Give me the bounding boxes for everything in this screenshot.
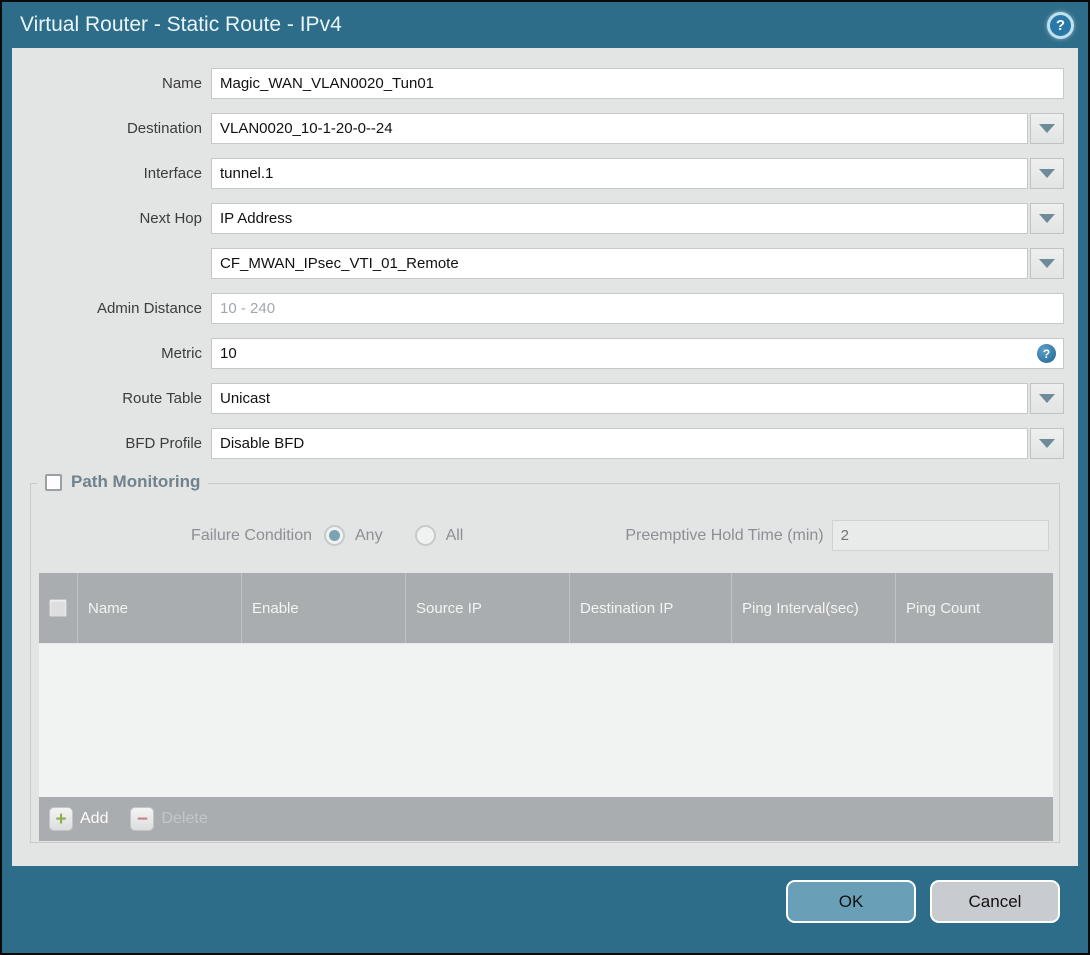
delete-icon: −: [130, 807, 155, 831]
delete-button[interactable]: − Delete: [130, 807, 208, 831]
metric-help-icon[interactable]: ?: [1037, 344, 1056, 363]
static-route-dialog: Virtual Router - Static Route - IPv4 ? N…: [0, 0, 1090, 955]
bfd-profile-input[interactable]: [211, 428, 1028, 459]
help-icon[interactable]: ?: [1047, 11, 1074, 39]
ok-button[interactable]: OK: [786, 880, 916, 923]
name-input[interactable]: [211, 68, 1064, 99]
dialog-body: Name Destination Interface: [12, 48, 1078, 866]
bfd-profile-label: BFD Profile: [125, 435, 202, 452]
chevron-down-icon: [1039, 259, 1055, 268]
route-table-label: Route Table: [122, 390, 202, 407]
bfd-profile-dropdown-button[interactable]: [1030, 428, 1064, 459]
select-all-checkbox[interactable]: [49, 599, 67, 617]
next-hop-address-input[interactable]: [211, 248, 1028, 279]
radio-selected-icon: [324, 525, 345, 546]
chevron-down-icon: [1039, 394, 1055, 403]
delete-button-label: Delete: [161, 810, 208, 827]
chevron-down-icon: [1039, 124, 1055, 133]
cancel-button[interactable]: Cancel: [930, 880, 1060, 923]
name-label: Name: [161, 75, 202, 92]
column-header-source-ip[interactable]: Source IP: [405, 573, 569, 643]
destination-dropdown-button[interactable]: [1030, 113, 1064, 144]
dialog-footer: OK Cancel: [2, 866, 1088, 953]
column-header-enable[interactable]: Enable: [241, 573, 405, 643]
failure-condition-row: Failure Condition Any All Preemptive Hol…: [31, 520, 1049, 551]
help-glyph: ?: [1042, 346, 1051, 361]
admin-distance-input[interactable]: [211, 293, 1064, 324]
bfd-profile-row: BFD Profile: [12, 428, 1064, 459]
chevron-down-icon: [1039, 169, 1055, 178]
help-glyph: ?: [1055, 16, 1066, 34]
metric-row: Metric ?: [12, 338, 1064, 369]
add-icon: +: [49, 807, 73, 831]
radio-unselected-icon: [414, 525, 436, 546]
next-hop-label: Next Hop: [139, 210, 202, 227]
failure-condition-all-radio[interactable]: All: [414, 525, 464, 546]
chevron-down-icon: [1039, 439, 1055, 448]
column-header-name[interactable]: Name: [77, 573, 241, 643]
dialog-titlebar: Virtual Router - Static Route - IPv4 ?: [2, 2, 1088, 48]
failure-condition-label: Failure Condition: [191, 526, 312, 544]
table-toolbar: + Add − Delete: [39, 797, 1053, 841]
next-hop-type-input[interactable]: [211, 203, 1028, 234]
next-hop-address-dropdown-button[interactable]: [1030, 248, 1064, 279]
preemptive-hold-time-label: Preemptive Hold Time (min): [625, 526, 824, 544]
destination-input[interactable]: [211, 113, 1028, 144]
admin-distance-label: Admin Distance: [96, 300, 202, 317]
path-monitoring-legend: Path Monitoring: [37, 472, 209, 492]
path-monitoring-title: Path Monitoring: [71, 472, 201, 491]
preemptive-hold-time-input[interactable]: [831, 520, 1049, 551]
interface-label: Interface: [143, 165, 202, 182]
column-header-destination-ip[interactable]: Destination IP: [569, 573, 731, 643]
route-table-row: Route Table: [12, 383, 1064, 414]
route-table-dropdown-button[interactable]: [1030, 383, 1064, 414]
table-body-empty: [39, 643, 1053, 797]
column-header-ping-count[interactable]: Ping Count: [895, 573, 1053, 643]
header-select-all-cell: [39, 573, 77, 643]
add-button[interactable]: + Add: [49, 807, 108, 831]
path-monitoring-group: Path Monitoring Failure Condition Any Al…: [30, 472, 1060, 843]
name-row: Name: [12, 68, 1064, 99]
dialog-title: Virtual Router - Static Route - IPv4: [20, 13, 342, 36]
route-table-input[interactable]: [211, 383, 1028, 414]
add-button-label: Add: [80, 810, 109, 827]
metric-label: Metric: [161, 345, 202, 362]
metric-input[interactable]: [211, 338, 1064, 369]
destination-label: Destination: [126, 120, 202, 137]
column-header-ping-interval[interactable]: Ping Interval(sec): [731, 573, 895, 643]
destination-row: Destination: [12, 113, 1064, 144]
failure-condition-any-radio[interactable]: Any: [324, 525, 383, 546]
admin-distance-row: Admin Distance: [12, 293, 1064, 324]
next-hop-address-row: [12, 248, 1064, 279]
radio-all-label: All: [445, 526, 464, 544]
next-hop-row: Next Hop: [12, 203, 1064, 234]
interface-dropdown-button[interactable]: [1030, 158, 1064, 189]
interface-row: Interface: [12, 158, 1064, 189]
table-header-row: Name Enable Source IP Destination IP Pin…: [39, 573, 1053, 643]
radio-any-label: Any: [355, 526, 383, 544]
chevron-down-icon: [1039, 214, 1055, 223]
interface-input[interactable]: [211, 158, 1028, 189]
next-hop-type-dropdown-button[interactable]: [1030, 203, 1064, 234]
path-monitoring-checkbox[interactable]: [45, 473, 62, 491]
path-monitoring-table: Name Enable Source IP Destination IP Pin…: [39, 573, 1053, 841]
